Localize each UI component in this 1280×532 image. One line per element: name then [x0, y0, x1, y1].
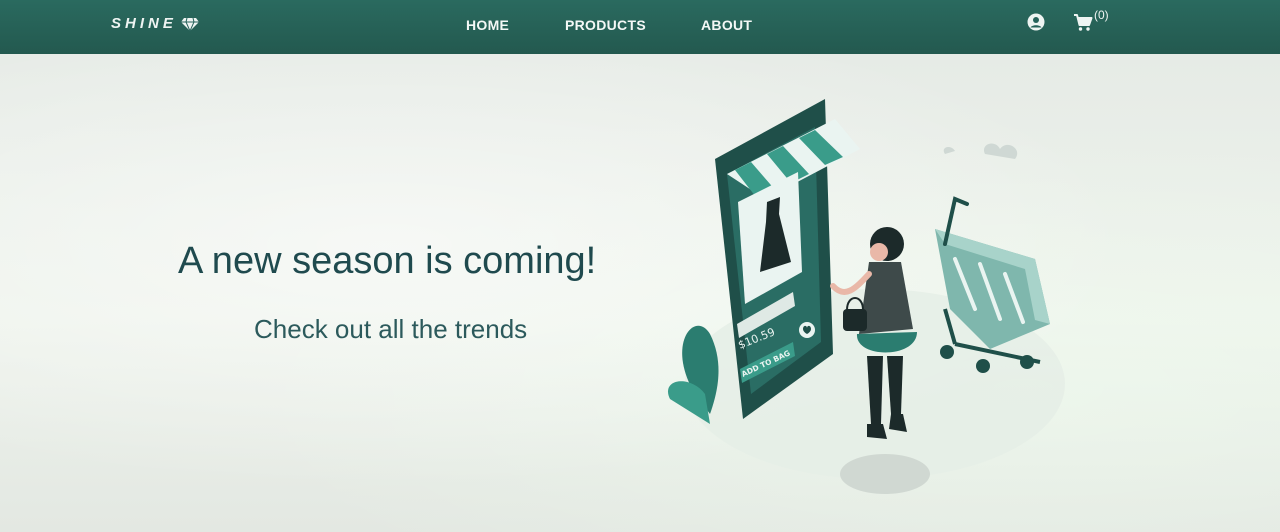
shopping-illustration: $10.59 ADD TO BAG [668, 99, 1065, 494]
shopping-cart-icon[interactable] [1073, 12, 1093, 32]
user-circle-icon[interactable] [1027, 13, 1045, 31]
brand-logo[interactable]: SHINE [111, 15, 199, 32]
cart-count[interactable]: (0) [1094, 8, 1109, 22]
brand-name: SHINE [111, 15, 177, 32]
diamond-icon [180, 17, 199, 31]
nav-home-link[interactable]: HOME [466, 17, 509, 33]
hero-section: A new season is coming! Check out all th… [0, 54, 1280, 532]
hero-subline: Check out all the trends [254, 314, 528, 344]
top-navbar: SHINE HOME PRODUCTS ABOUT (0) [0, 0, 1280, 54]
nav-products-link[interactable]: PRODUCTS [565, 17, 646, 33]
nav-about-link[interactable]: ABOUT [701, 17, 752, 33]
hero-headline: A new season is coming! [178, 240, 597, 282]
